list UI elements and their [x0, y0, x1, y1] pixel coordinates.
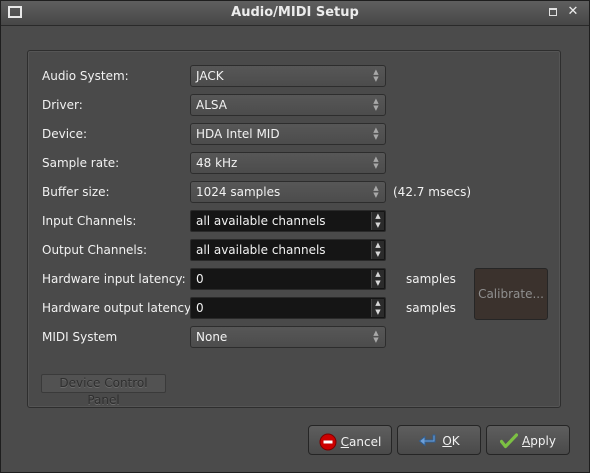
- window-title: Audio/MIDI Setup: [231, 5, 359, 20]
- spin-buttons: ▲ ▼: [371, 212, 384, 230]
- sample-rate-value: 48 kHz: [196, 156, 238, 170]
- audio-system-label: Audio System:: [42, 69, 129, 83]
- spin-up-icon[interactable]: ▲: [372, 270, 384, 279]
- audio-system-select[interactable]: JACK ▲ ▼: [190, 65, 386, 87]
- hardware-output-latency-spinner[interactable]: 0 ▲ ▼: [190, 297, 386, 319]
- apply-button[interactable]: Apply: [486, 425, 570, 455]
- ok-button[interactable]: OK: [397, 425, 481, 455]
- output-latency-unit: samples: [406, 301, 456, 315]
- spin-buttons: ▲ ▼: [371, 270, 384, 288]
- audio-midi-setup-window: Audio/MIDI Setup ✕ Audio System: JACK ▲ ▼…: [0, 0, 590, 473]
- combo-arrows-icon: ▲ ▼: [373, 155, 379, 170]
- combo-arrows-icon: ▲ ▼: [373, 184, 379, 199]
- spin-up-icon[interactable]: ▲: [372, 299, 384, 308]
- apply-label: Apply: [522, 434, 556, 448]
- device-control-panel-button[interactable]: Device Control Panel: [41, 374, 166, 407]
- device-select[interactable]: HDA Intel MID ▲ ▼: [190, 123, 386, 145]
- input-channels-spinner[interactable]: all available channels ▲ ▼: [190, 210, 386, 232]
- cancel-label: Cancel: [340, 435, 382, 449]
- hardware-input-latency-spinner[interactable]: 0 ▲ ▼: [190, 268, 386, 290]
- spin-down-icon[interactable]: ▼: [372, 221, 384, 230]
- maximize-icon: [549, 8, 557, 16]
- sample-rate-label: Sample rate:: [42, 156, 120, 170]
- input-channels-label: Input Channels:: [42, 214, 137, 228]
- driver-select[interactable]: ALSA ▲ ▼: [190, 94, 386, 116]
- spin-down-icon[interactable]: ▼: [372, 279, 384, 288]
- ok-label: OK: [442, 434, 460, 448]
- combo-arrows-icon: ▲ ▼: [373, 68, 379, 83]
- buffer-size-select[interactable]: 1024 samples ▲ ▼: [190, 181, 386, 203]
- combo-arrows-icon: ▲ ▼: [373, 329, 379, 344]
- checkmark-icon: [500, 433, 519, 449]
- sample-rate-select[interactable]: 48 kHz ▲ ▼: [190, 152, 386, 174]
- close-icon: ✕: [567, 4, 579, 19]
- maximize-button[interactable]: [546, 5, 560, 19]
- calibrate-button[interactable]: Calibrate...: [474, 268, 548, 320]
- hardware-input-latency-value: 0: [196, 272, 204, 286]
- buffer-size-label: Buffer size:: [42, 185, 110, 199]
- output-channels-value: all available channels: [196, 243, 326, 257]
- output-channels-spinner[interactable]: all available channels ▲ ▼: [190, 239, 386, 261]
- input-channels-value: all available channels: [196, 214, 326, 228]
- driver-label: Driver:: [42, 98, 83, 112]
- spin-buttons: ▲ ▼: [371, 299, 384, 317]
- spin-down-icon[interactable]: ▼: [372, 308, 384, 317]
- cancel-icon: [319, 433, 337, 451]
- midi-system-select[interactable]: None ▲ ▼: [190, 326, 386, 348]
- combo-arrows-icon: ▲ ▼: [373, 97, 379, 112]
- buffer-latency-text: (42.7 msecs): [393, 185, 472, 199]
- combo-arrows-icon: ▲ ▼: [373, 126, 379, 141]
- spin-up-icon[interactable]: ▲: [372, 212, 384, 221]
- input-latency-unit: samples: [406, 272, 456, 286]
- spin-buttons: ▲ ▼: [371, 241, 384, 259]
- device-value: HDA Intel MID: [196, 127, 280, 141]
- output-channels-label: Output Channels:: [42, 243, 148, 257]
- title-bar[interactable]: Audio/MIDI Setup ✕: [1, 1, 589, 26]
- cancel-button[interactable]: Cancel: [308, 425, 392, 455]
- spin-up-icon[interactable]: ▲: [372, 241, 384, 250]
- hardware-output-latency-label: Hardware output latency:: [42, 301, 195, 315]
- driver-value: ALSA: [196, 98, 227, 112]
- close-button[interactable]: ✕: [566, 5, 580, 19]
- spin-down-icon[interactable]: ▼: [372, 250, 384, 259]
- device-label: Device:: [42, 127, 88, 141]
- hardware-input-latency-label: Hardware input latency:: [42, 272, 186, 286]
- hardware-output-latency-value: 0: [196, 301, 204, 315]
- midi-system-value: None: [196, 330, 228, 344]
- audio-system-value: JACK: [196, 69, 224, 83]
- ok-arrow-icon: [419, 434, 436, 447]
- buffer-size-value: 1024 samples: [196, 185, 281, 199]
- midi-system-label: MIDI System: [42, 330, 118, 344]
